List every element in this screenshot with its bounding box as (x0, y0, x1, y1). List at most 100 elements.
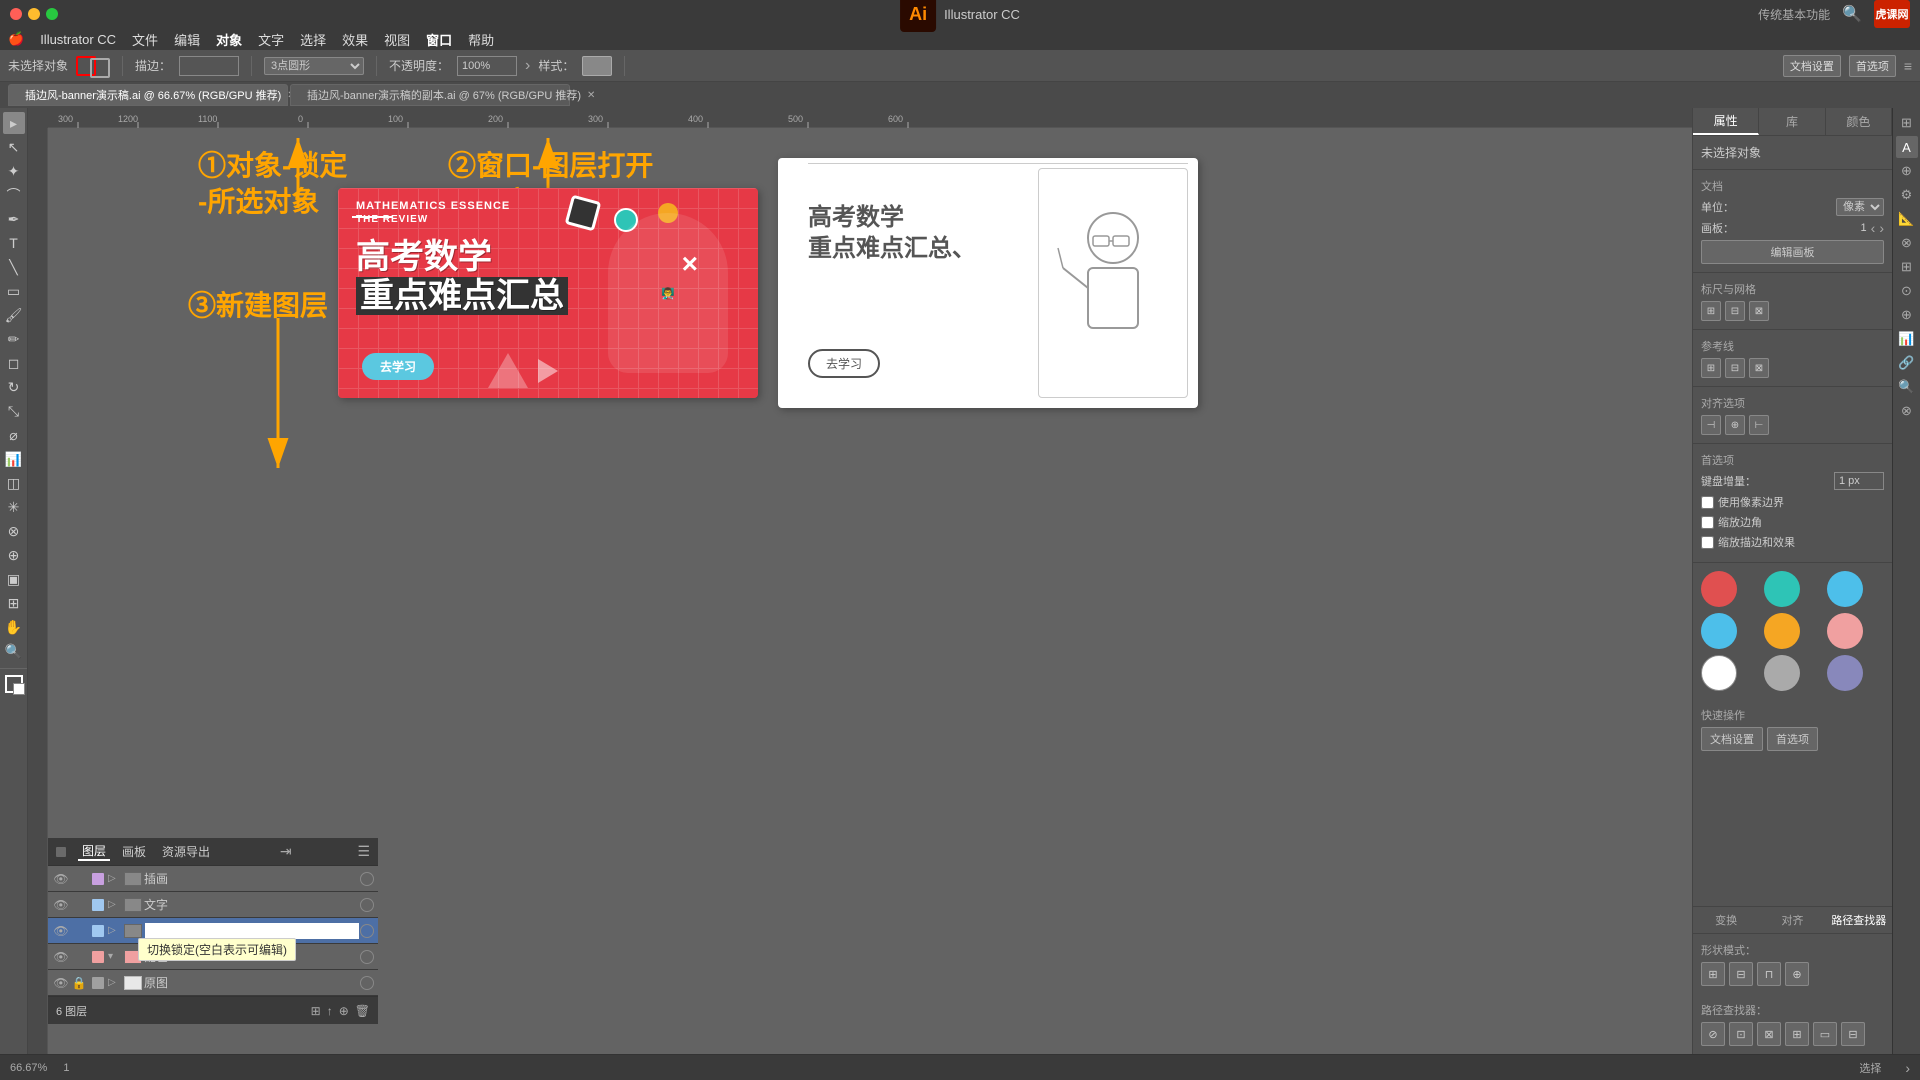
rotate-tool[interactable]: ↻ (3, 376, 25, 398)
menu-effect[interactable]: 效果 (342, 30, 368, 49)
bottom-tab-pathfinder[interactable]: 路径查找器 (1826, 907, 1892, 933)
pencil-tool[interactable]: ✏ (3, 328, 25, 350)
bottom-tab-transform[interactable]: 变换 (1693, 907, 1759, 933)
layer-0-expand[interactable]: ▷ (108, 873, 122, 884)
layers-tab[interactable]: 图层 (78, 842, 110, 861)
warp-tool[interactable]: ⌀ (3, 424, 25, 446)
artboard-tab[interactable]: 画板 (118, 843, 150, 860)
panel-close-icon[interactable] (56, 847, 66, 857)
column-graph-tool[interactable]: 📊 (3, 448, 25, 470)
layer-row-4[interactable]: 👁 🔒 ▷ 原图 (48, 970, 378, 996)
pathfinder-minus-back[interactable]: ⊟ (1841, 1022, 1865, 1046)
layer-2-eye[interactable]: 👁 (52, 924, 70, 938)
layer-0-eye[interactable]: 👁 (52, 872, 70, 886)
swatch-teal[interactable] (1764, 571, 1800, 607)
layer-3-eye[interactable]: 👁 (52, 950, 70, 964)
tab-0[interactable]: 插边风-banner演示稿.ai @ 66.67% (RGB/GPU 推荐) ✕ (8, 84, 288, 106)
pen-tool[interactable]: ✒ (3, 208, 25, 230)
slice-tool[interactable]: ⊞ (3, 592, 25, 614)
search-icon[interactable]: 🔍 (1842, 4, 1862, 24)
artboard-next[interactable]: › (1879, 220, 1884, 236)
layer-2-name-input[interactable] (144, 922, 360, 940)
rect-tool[interactable]: ▭ (3, 280, 25, 302)
rp-tab-color[interactable]: 颜色 (1826, 108, 1892, 135)
hand-tool[interactable]: ✋ (3, 616, 25, 638)
tool-nav-icon[interactable]: › (1905, 1060, 1910, 1076)
fill-stroke-icon[interactable] (5, 675, 23, 693)
panel-icon-chart[interactable]: 📊 (1896, 328, 1918, 350)
delete-layer-icon[interactable]: 🗑 (355, 1004, 370, 1018)
panel-icon-align[interactable]: 📐 (1896, 208, 1918, 230)
align-left-icon[interactable]: ⊣ (1701, 415, 1721, 435)
eyedropper-tool[interactable]: ✳ (3, 496, 25, 518)
menu-edit[interactable]: 编辑 (174, 30, 200, 49)
prefs-btn[interactable]: 首选项 (1849, 55, 1896, 77)
sketch-design[interactable]: 高考数学重点难点汇总、 去学习 (778, 158, 1198, 408)
menu-select[interactable]: 选择 (300, 30, 326, 49)
eraser-tool[interactable]: ◻ (3, 352, 25, 374)
guide-icon-3[interactable]: ⊠ (1749, 358, 1769, 378)
symbol-tool[interactable]: ⊕ (3, 544, 25, 566)
layer-row-1[interactable]: 👁 ▷ 文字 (48, 892, 378, 918)
pathfinder-merge[interactable]: ⊠ (1757, 1022, 1781, 1046)
stroke-icon[interactable] (90, 58, 110, 78)
pathfinder-divide[interactable]: ⊘ (1701, 1022, 1725, 1046)
align-right-icon[interactable]: ⊢ (1749, 415, 1769, 435)
new-layer-icon[interactable]: ⊞ (311, 1004, 321, 1018)
doc-settings-quick-btn[interactable]: 文档设置 (1701, 727, 1763, 751)
lasso-tool[interactable]: ⌒ (3, 184, 25, 206)
edit-artboard-btn[interactable]: 编辑画板 (1701, 240, 1884, 264)
menu-window[interactable]: 窗口 (426, 30, 452, 49)
panel-icon-links[interactable]: 🔗 (1896, 352, 1918, 374)
layer-2-circle[interactable] (360, 924, 374, 938)
swatch-lightblue[interactable] (1701, 613, 1737, 649)
layer-3-circle[interactable] (360, 950, 374, 964)
shape-mode-unite[interactable]: ⊞ (1701, 962, 1725, 986)
scale-tool[interactable]: ⤡ (3, 400, 25, 422)
stroke-input[interactable] (179, 56, 239, 76)
snap-edges-checkbox[interactable] (1701, 496, 1714, 509)
panel-icon-layers[interactable]: A (1896, 136, 1918, 158)
increment-input[interactable]: 1 px (1834, 472, 1884, 490)
layer-row-0[interactable]: 👁 ▷ 插画 (48, 866, 378, 892)
banner-design[interactable]: × MATHEMATICS ESSENCE THE REVIEW 高考数学重点难… (338, 188, 758, 398)
swatch-pink[interactable] (1827, 613, 1863, 649)
pathfinder-outline[interactable]: ▭ (1813, 1022, 1837, 1046)
panel-icon-search[interactable]: 🔍 (1896, 376, 1918, 398)
blend-tool[interactable]: ⊗ (3, 520, 25, 542)
pathfinder-trim[interactable]: ⊡ (1729, 1022, 1753, 1046)
bottom-tab-align[interactable]: 对齐 (1759, 907, 1825, 933)
paintbrush-tool[interactable]: 🖌 (3, 304, 25, 326)
align-center-h-icon[interactable]: ⊕ (1725, 415, 1745, 435)
export-tab[interactable]: 资源导出 (158, 843, 214, 860)
move-layer-icon[interactable]: ↑ (327, 1004, 333, 1018)
panel-icon-graphic-styles[interactable]: ⊕ (1896, 304, 1918, 326)
grid-icon-2[interactable]: ⊟ (1725, 301, 1745, 321)
panel-icon-properties[interactable]: ⊞ (1896, 112, 1918, 134)
layer-2-expand[interactable]: ▷ (108, 925, 122, 936)
panel-icon-symbols[interactable]: ⚙ (1896, 184, 1918, 206)
more-options-icon[interactable]: ≡ (1904, 58, 1912, 74)
zoom-tool[interactable]: 🔍 (3, 640, 25, 662)
tab-1-close[interactable]: ✕ (587, 90, 595, 101)
rp-tab-library[interactable]: 库 (1759, 108, 1825, 135)
style-preview[interactable] (582, 56, 612, 76)
banner-btn[interactable]: 去学习 (362, 353, 434, 380)
swatch-orange[interactable] (1764, 613, 1800, 649)
minimize-button[interactable] (28, 8, 40, 20)
artboard-tool[interactable]: ▣ (3, 568, 25, 590)
swatch-white[interactable] (1701, 655, 1737, 691)
canvas-area[interactable]: 300 1200 1100 0 100 200 300 400 500 600 … (28, 108, 1692, 1054)
layer-4-circle[interactable] (360, 976, 374, 990)
menu-object[interactable]: 对象 (216, 30, 242, 49)
shape-mode-exclude[interactable]: ⊕ (1785, 962, 1809, 986)
shape-mode-minus[interactable]: ⊟ (1729, 962, 1753, 986)
opacity-input[interactable]: 100% (457, 56, 517, 76)
menu-apple[interactable]: 🍎 (8, 31, 24, 47)
round-corners-checkbox[interactable] (1701, 516, 1714, 529)
panel-icon-appearance[interactable]: ⊙ (1896, 280, 1918, 302)
panel-icon-close[interactable]: ⊗ (1896, 400, 1918, 422)
gradient-tool[interactable]: ◫ (3, 472, 25, 494)
layer-4-lock[interactable]: 🔒 (70, 976, 88, 990)
panel-icon-brush[interactable]: ⊕ (1896, 160, 1918, 182)
